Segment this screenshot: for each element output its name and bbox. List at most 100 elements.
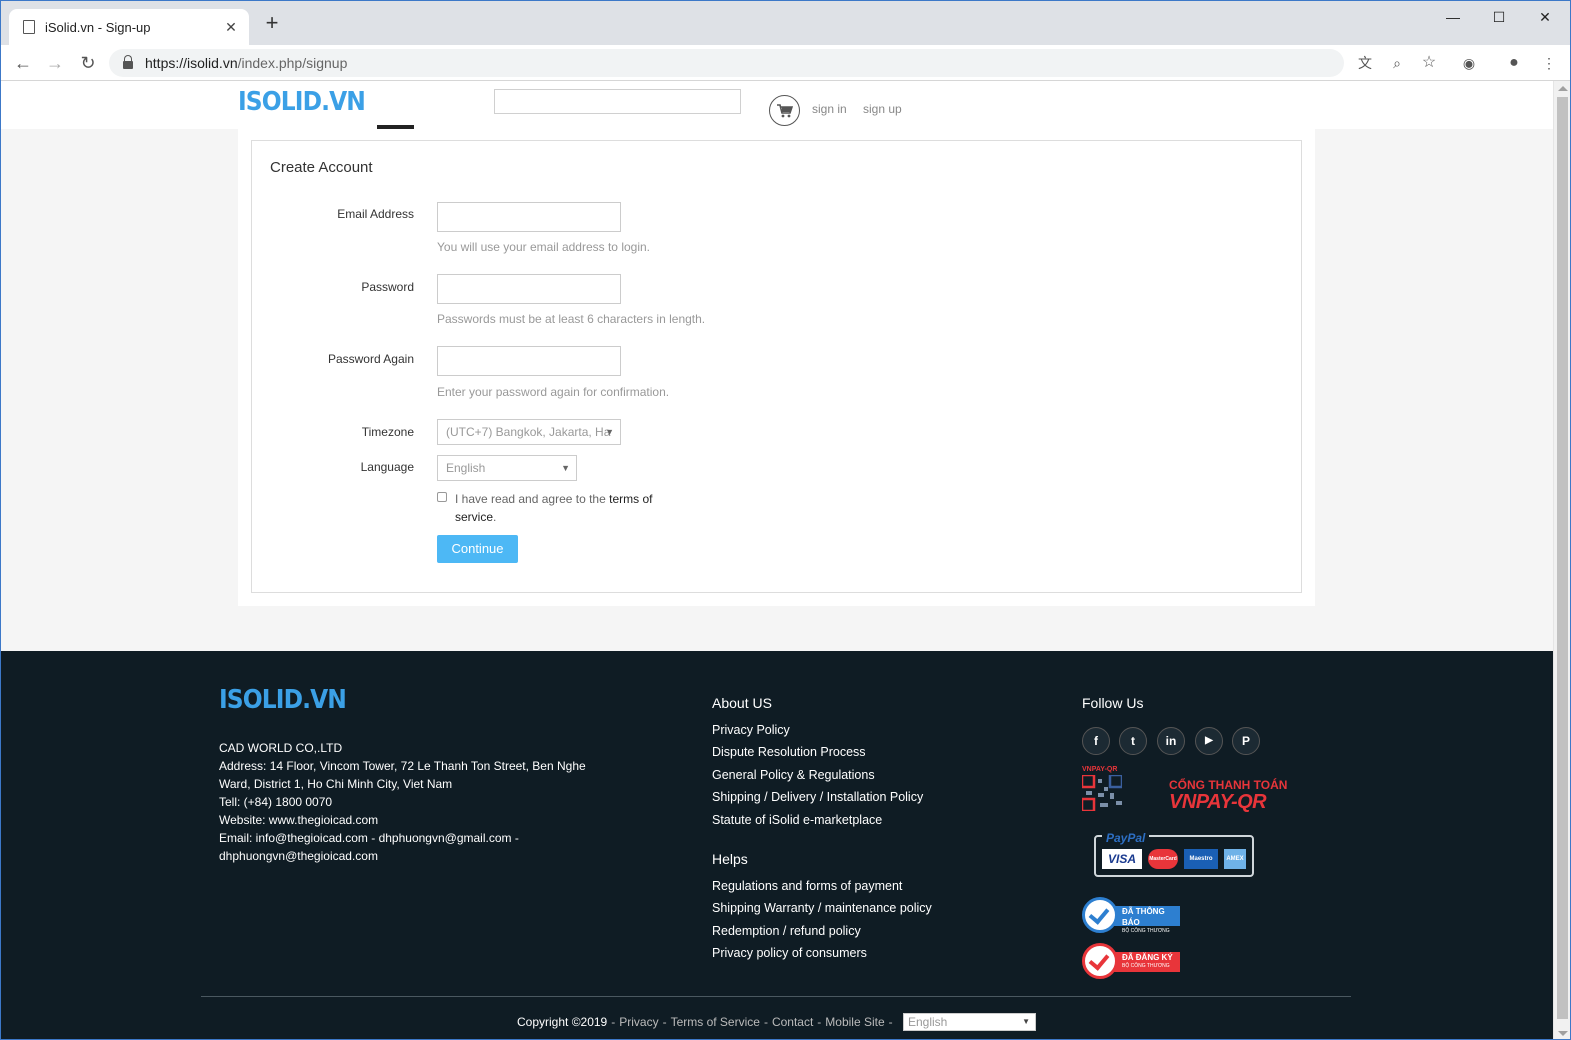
close-tab-icon[interactable]: ✕ [223, 19, 239, 36]
scroll-thumb[interactable] [1557, 97, 1568, 1019]
close-window-icon[interactable]: ✕ [1525, 5, 1565, 29]
agree-checkbox[interactable] [437, 492, 447, 502]
linkedin-icon[interactable]: in [1157, 727, 1185, 755]
helps-heading: Helps [712, 851, 748, 867]
language-select[interactable]: English ▼ [437, 455, 577, 481]
registered-ministry-badge[interactable]: ĐÃ ĐĂNG KÝ BỘ CÔNG THƯƠNG [1082, 943, 1180, 979]
follow-heading: Follow Us [1082, 695, 1144, 711]
bottom-link-privacy[interactable]: Privacy [619, 1015, 658, 1029]
company-website: Website: www.thegioicad.com [219, 813, 379, 827]
continue-button[interactable]: Continue [437, 535, 518, 563]
back-icon[interactable]: ← [11, 51, 35, 75]
footer-link-refund[interactable]: Redemption / refund policy [712, 924, 861, 938]
browser-tab[interactable]: iSolid.vn - Sign-up ✕ [9, 9, 249, 45]
site-header: ISOLID.VN sign in sign up [1, 81, 1553, 130]
password-again-label: Password Again [327, 352, 414, 366]
password-again-field[interactable] [437, 346, 621, 376]
company-name: CAD WORLD CO,.LTD [219, 741, 343, 755]
menu-kebab-icon[interactable]: ⋮ [1539, 53, 1559, 73]
site-footer: ISOLID.VN CAD WORLD CO,.LTD Address: 14 … [1, 651, 1553, 1039]
about-heading: About US [712, 695, 772, 711]
cart-icon [776, 103, 793, 117]
paypal-badge: PayPal VISA MasterCard Maestro AMEX [1094, 831, 1254, 877]
translate-icon[interactable]: 文 [1355, 53, 1375, 73]
facebook-icon[interactable]: f [1082, 727, 1110, 755]
footer-link-shipping[interactable]: Shipping / Delivery / Installation Polic… [712, 790, 923, 804]
maximize-icon[interactable]: ☐ [1479, 5, 1519, 29]
maestro-logo: Maestro [1184, 849, 1218, 869]
reload-icon[interactable]: ↻ [76, 51, 100, 75]
youtube-icon[interactable]: ▶ [1195, 727, 1223, 755]
company-tel: Tell: (+84) 1800 0070 [219, 795, 333, 809]
footer-link-privacy-policy[interactable]: Privacy Policy [712, 723, 790, 737]
url-text: https://isolid.vn/index.php/signup [145, 55, 348, 71]
extension-icon[interactable]: ◉ [1459, 53, 1479, 73]
page-scrollbar[interactable] [1553, 81, 1570, 1039]
password-again-help: Enter your password again for confirmati… [437, 385, 670, 399]
footer-link-consumer-privacy[interactable]: Privacy policy of consumers [712, 946, 867, 960]
bookmark-star-icon[interactable]: ☆ [1419, 53, 1439, 73]
search-input[interactable] [494, 89, 741, 114]
company-info: CAD WORLD CO,.LTD Address: 14 Floor, Vin… [219, 739, 589, 865]
title-bar: iSolid.vn - Sign-up ✕ + — ☐ ✕ [1, 1, 1570, 45]
signup-card: Create Account Email Address You will us… [251, 140, 1302, 593]
check-icon [1088, 903, 1110, 925]
footer-link-dispute[interactable]: Dispute Resolution Process [712, 745, 866, 759]
tab-title: iSolid.vn - Sign-up [45, 19, 151, 35]
vnpay-qr-logo: VNPAY-QR [1080, 766, 1127, 813]
password-label: Password [361, 280, 414, 294]
footer-link-statute[interactable]: Statute of iSolid e-marketplace [712, 813, 882, 827]
footer-logo[interactable]: ISOLID.VN [219, 685, 347, 715]
footer-link-warranty[interactable]: Shipping Warranty / maintenance policy [712, 901, 932, 915]
browser-window: iSolid.vn - Sign-up ✕ + — ☐ ✕ ← → ↻ http… [0, 0, 1571, 1040]
language-label: Language [360, 460, 414, 474]
new-tab-button[interactable]: + [261, 12, 283, 35]
bottom-link-terms[interactable]: Terms of Service [671, 1015, 760, 1029]
email-help: You will use your email address to login… [437, 240, 651, 254]
sign-up-link[interactable]: sign up [863, 102, 902, 116]
minimize-icon[interactable]: — [1433, 5, 1473, 29]
email-field[interactable] [437, 202, 621, 232]
scroll-down-icon[interactable] [1558, 1031, 1568, 1036]
lock-icon [123, 55, 133, 69]
cart-button[interactable] [769, 95, 800, 126]
address-bar[interactable]: https://isolid.vn/index.php/signup [109, 49, 1344, 77]
notified-ministry-badge[interactable]: ĐÃ THÔNG BÁO BỘ CÔNG THƯƠNG [1082, 897, 1180, 934]
chevron-down-icon: ▼ [605, 427, 614, 437]
timezone-label: Timezone [361, 425, 414, 439]
site-logo[interactable]: ISOLID.VN [238, 87, 366, 117]
copyright: Copyright ©2019 [517, 1015, 608, 1029]
twitter-icon[interactable]: t [1119, 727, 1147, 755]
scroll-up-icon[interactable] [1558, 86, 1568, 91]
footer-link-payment[interactable]: Regulations and forms of payment [712, 879, 902, 893]
vnpay-caption: CỔNG THANH TOÁN [1169, 778, 1288, 792]
profile-icon[interactable]: ● [1504, 53, 1524, 73]
sign-in-link[interactable]: sign in [812, 102, 847, 116]
footer-link-general-policy[interactable]: General Policy & Regulations [712, 768, 875, 782]
zoom-icon[interactable]: ⌕ [1387, 53, 1407, 73]
company-email: Email: info@thegioicad.com - dhphuongvn@… [219, 831, 519, 863]
timezone-select[interactable]: (UTC+7) Bangkok, Jakarta, Ha ▼ [437, 419, 621, 445]
footer-bottom-bar: Copyright ©2019- Privacy - Terms of Service… [517, 1015, 893, 1029]
footer-divider [201, 996, 1351, 997]
chevron-down-icon: ▼ [1022, 1017, 1030, 1026]
page-title: Create Account [270, 159, 373, 176]
page-icon [23, 20, 35, 34]
page-viewport: ISOLID.VN sign in sign up Create Account… [1, 81, 1553, 1039]
password-help: Passwords must be at least 6 characters … [437, 312, 706, 326]
pinterest-icon[interactable]: P [1232, 727, 1260, 755]
visa-logo: VISA [1102, 849, 1142, 869]
bottom-link-mobile[interactable]: Mobile Site [825, 1015, 884, 1029]
footer-language-select[interactable]: English ▼ [903, 1013, 1036, 1031]
forward-icon[interactable]: → [43, 51, 67, 75]
company-address: Address: 14 Floor, Vincom Tower, 72 Le T… [219, 759, 586, 791]
password-field[interactable] [437, 274, 621, 304]
qr-code-icon [1080, 773, 1124, 813]
email-label: Email Address [337, 207, 414, 221]
agree-text: I have read and agree to the terms of se… [455, 492, 653, 524]
bottom-link-contact[interactable]: Contact [772, 1015, 813, 1029]
chevron-down-icon: ▼ [561, 463, 570, 473]
amex-logo: AMEX [1224, 849, 1246, 869]
browser-toolbar: ← → ↻ https://isolid.vn/index.php/signup… [1, 45, 1570, 81]
paypal-logo: PayPal [1102, 831, 1150, 845]
